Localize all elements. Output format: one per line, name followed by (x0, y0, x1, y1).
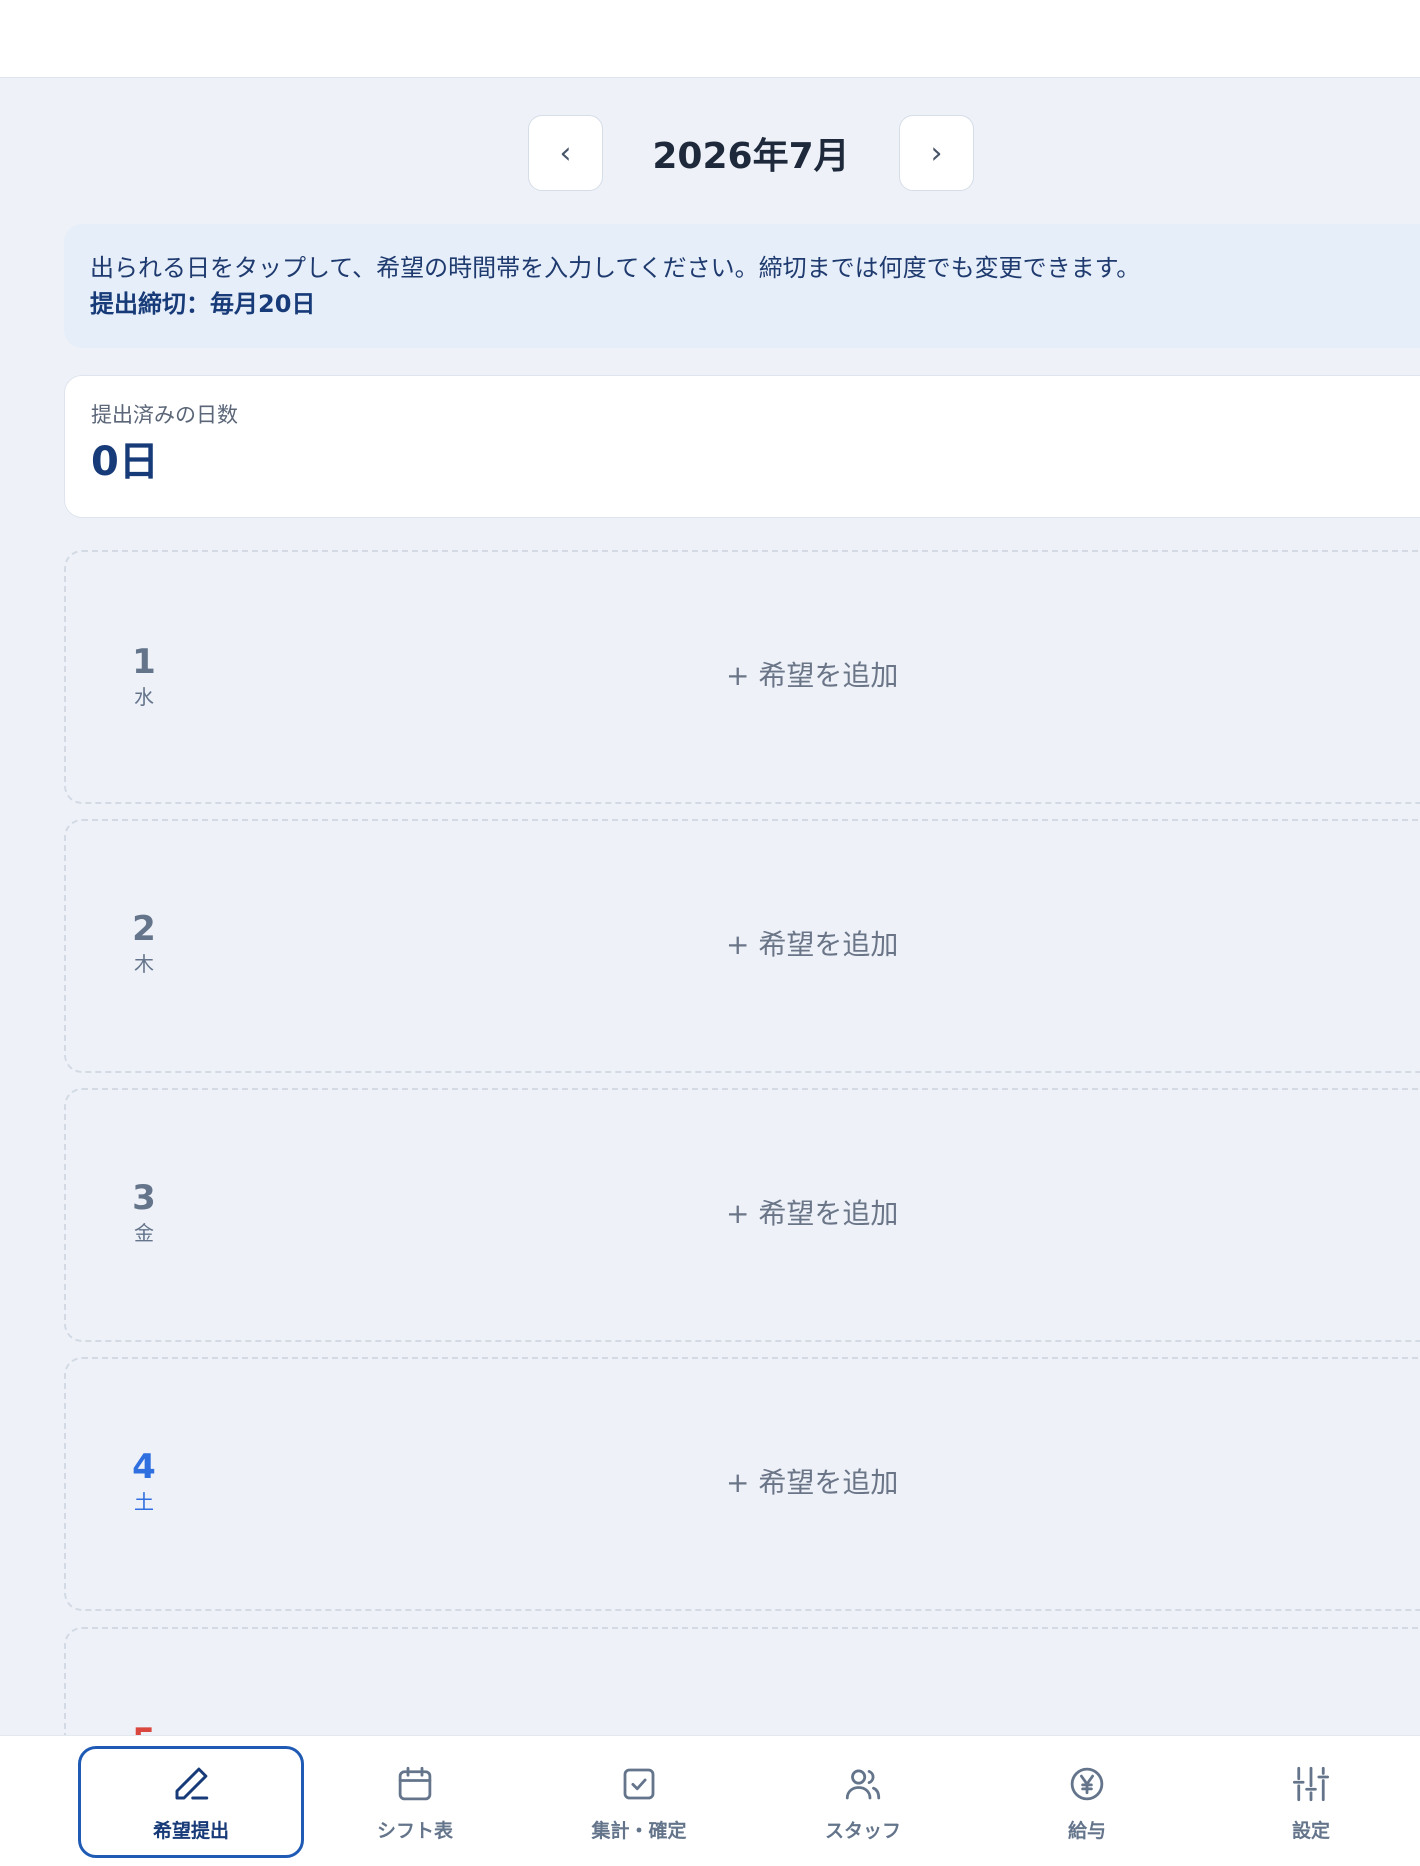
add-request-button[interactable]: + 希望を追加 (726, 658, 1026, 694)
tab-label: 希望提出 (152, 1819, 229, 1842)
day-number: 1 (132, 642, 156, 682)
pencil-icon (169, 1762, 213, 1806)
day-weekday: 水 (134, 685, 154, 709)
bottom-navigation: 希望提出 シフト表 集計・確定 スタッフ 給与 設定 (0, 1735, 1420, 1866)
deadline-text: 提出締切：毎月20日 (90, 290, 316, 318)
tab-settings[interactable]: 設定 (1198, 1746, 1420, 1858)
submitted-days-label: 提出済みの日数 (91, 403, 238, 427)
add-request-button[interactable]: + 希望を追加 (726, 1196, 1026, 1232)
add-request-button[interactable]: + 希望を追加 (726, 927, 1026, 963)
tab-request-submit[interactable]: 希望提出 (78, 1746, 304, 1858)
add-request-button[interactable]: + 希望を追加 (726, 1465, 1026, 1501)
submitted-days-value: 0日 (91, 439, 159, 485)
day-number: 2 (132, 909, 156, 949)
day-number: 3 (132, 1178, 156, 1218)
day-card[interactable]: 4 土 + 希望を追加 (64, 1357, 1420, 1611)
submitted-days-card: 提出済みの日数 0日 (64, 375, 1420, 518)
day-card[interactable]: 3 金 + 希望を追加 (64, 1088, 1420, 1342)
tab-label: 集計・確定 (591, 1819, 687, 1842)
calendar-icon (393, 1762, 437, 1806)
chevron-right-icon: › (930, 135, 943, 171)
users-icon (841, 1762, 885, 1806)
tab-label: 設定 (1291, 1819, 1330, 1842)
tab-summary-confirm[interactable]: 集計・確定 (526, 1746, 752, 1858)
day-number: 4 (132, 1447, 156, 1487)
month-title: 2026年7月 (652, 136, 850, 177)
next-month-button[interactable]: › (899, 115, 974, 191)
day-weekday: 木 (134, 952, 154, 976)
tab-staff[interactable]: スタッフ (750, 1746, 976, 1858)
instruction-text: 出られる日をタップして、希望の時間帯を入力してください。締切までは何度でも変更で… (90, 254, 1141, 282)
yen-circle-icon (1065, 1762, 1109, 1806)
instruction-banner: 出られる日をタップして、希望の時間帯を入力してください。締切までは何度でも変更で… (64, 224, 1420, 348)
tab-shift-table[interactable]: シフト表 (302, 1746, 528, 1858)
day-card[interactable]: 2 木 + 希望を追加 (64, 819, 1420, 1073)
tab-label: スタッフ (824, 1819, 901, 1842)
top-bar (0, 0, 1420, 78)
check-square-icon (617, 1762, 661, 1806)
tab-label: シフト表 (376, 1819, 453, 1842)
day-card[interactable]: 1 水 + 希望を追加 (64, 550, 1420, 804)
chevron-left-icon: ‹ (559, 135, 572, 171)
month-navigator: ‹ 2026年7月 › (528, 115, 974, 191)
day-weekday: 土 (134, 1490, 154, 1514)
tab-label: 給与 (1067, 1819, 1106, 1842)
tab-salary[interactable]: 給与 (974, 1746, 1200, 1858)
app-screen: ‹ 2026年7月 › 出られる日をタップして、希望の時間帯を入力してください。… (0, 0, 1420, 1866)
day-weekday: 金 (134, 1221, 154, 1245)
sliders-icon (1289, 1762, 1333, 1806)
previous-month-button[interactable]: ‹ (528, 115, 603, 191)
